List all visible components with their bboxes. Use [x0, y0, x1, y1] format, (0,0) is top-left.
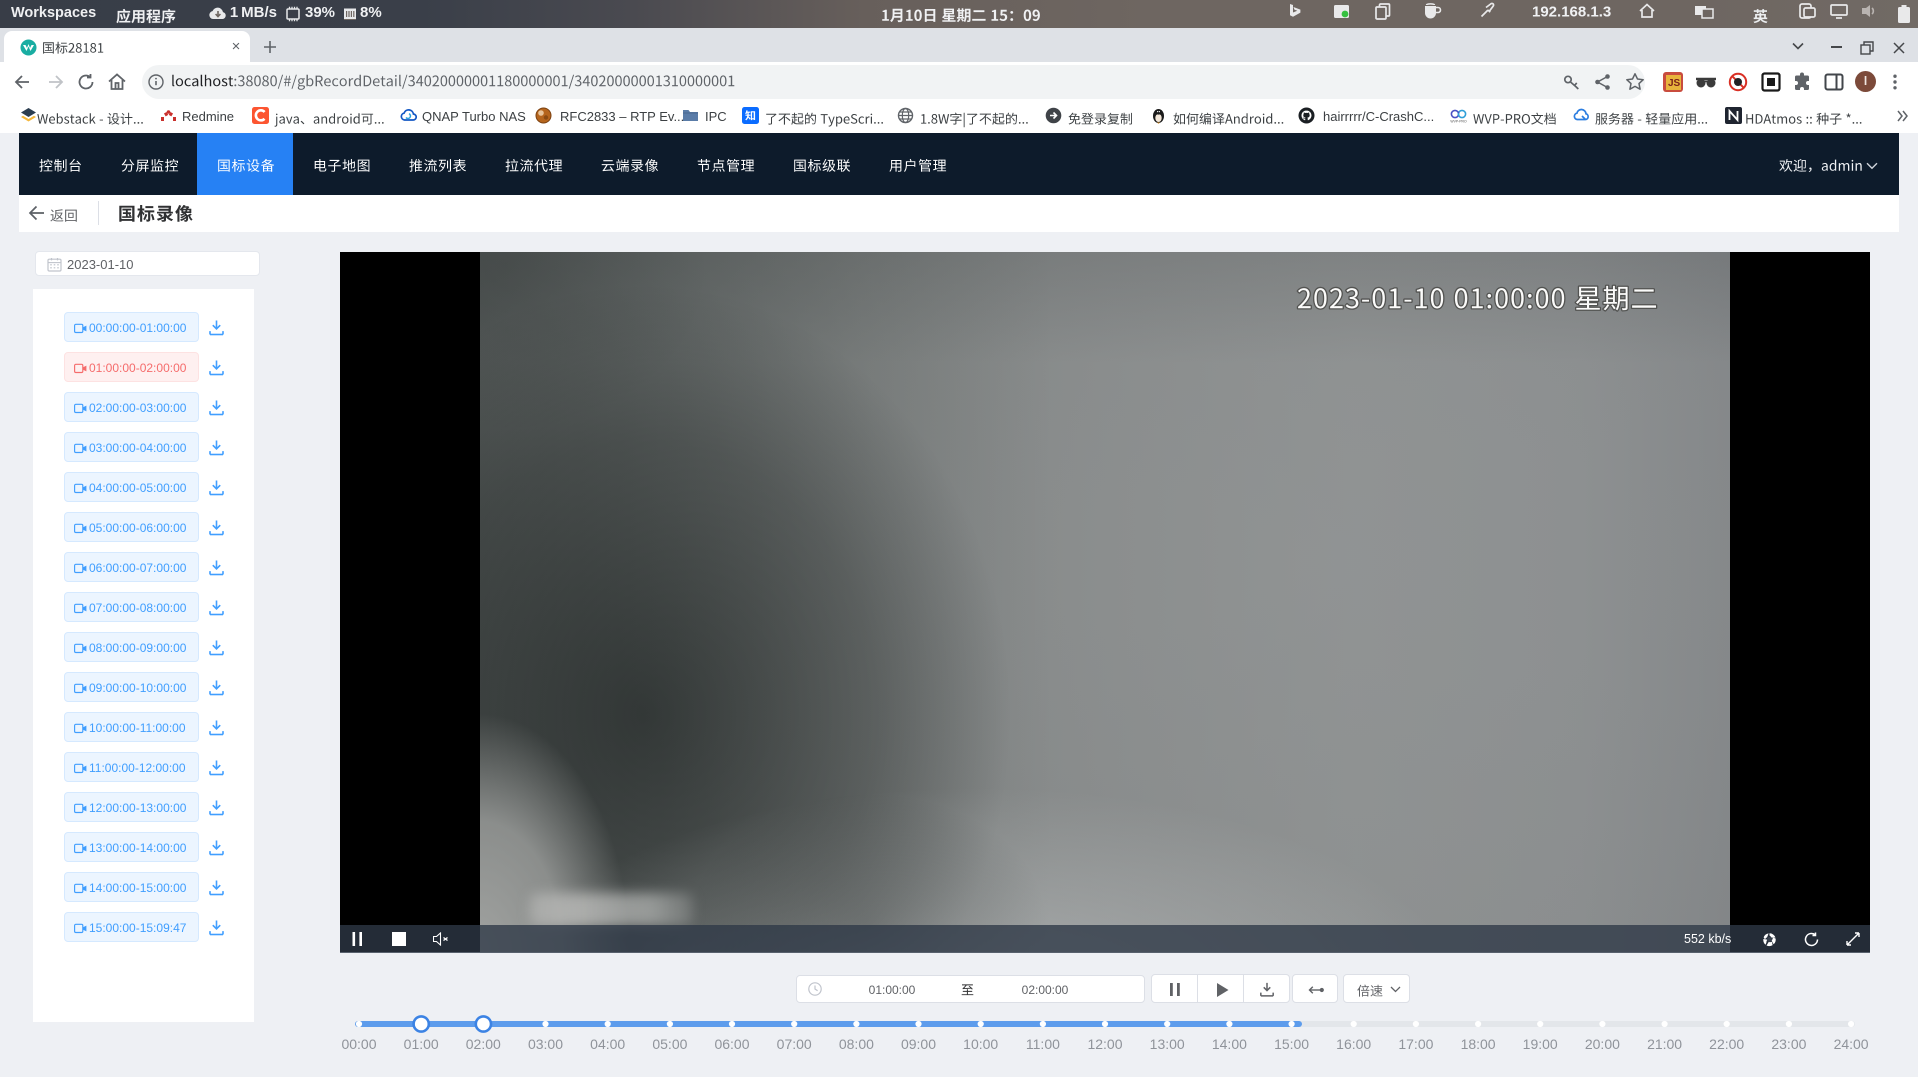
svg-text:WVP-PRO: WVP-PRO: [1450, 120, 1467, 124]
svg-text:192.168.1.3: 192.168.1.3: [1532, 4, 1611, 21]
